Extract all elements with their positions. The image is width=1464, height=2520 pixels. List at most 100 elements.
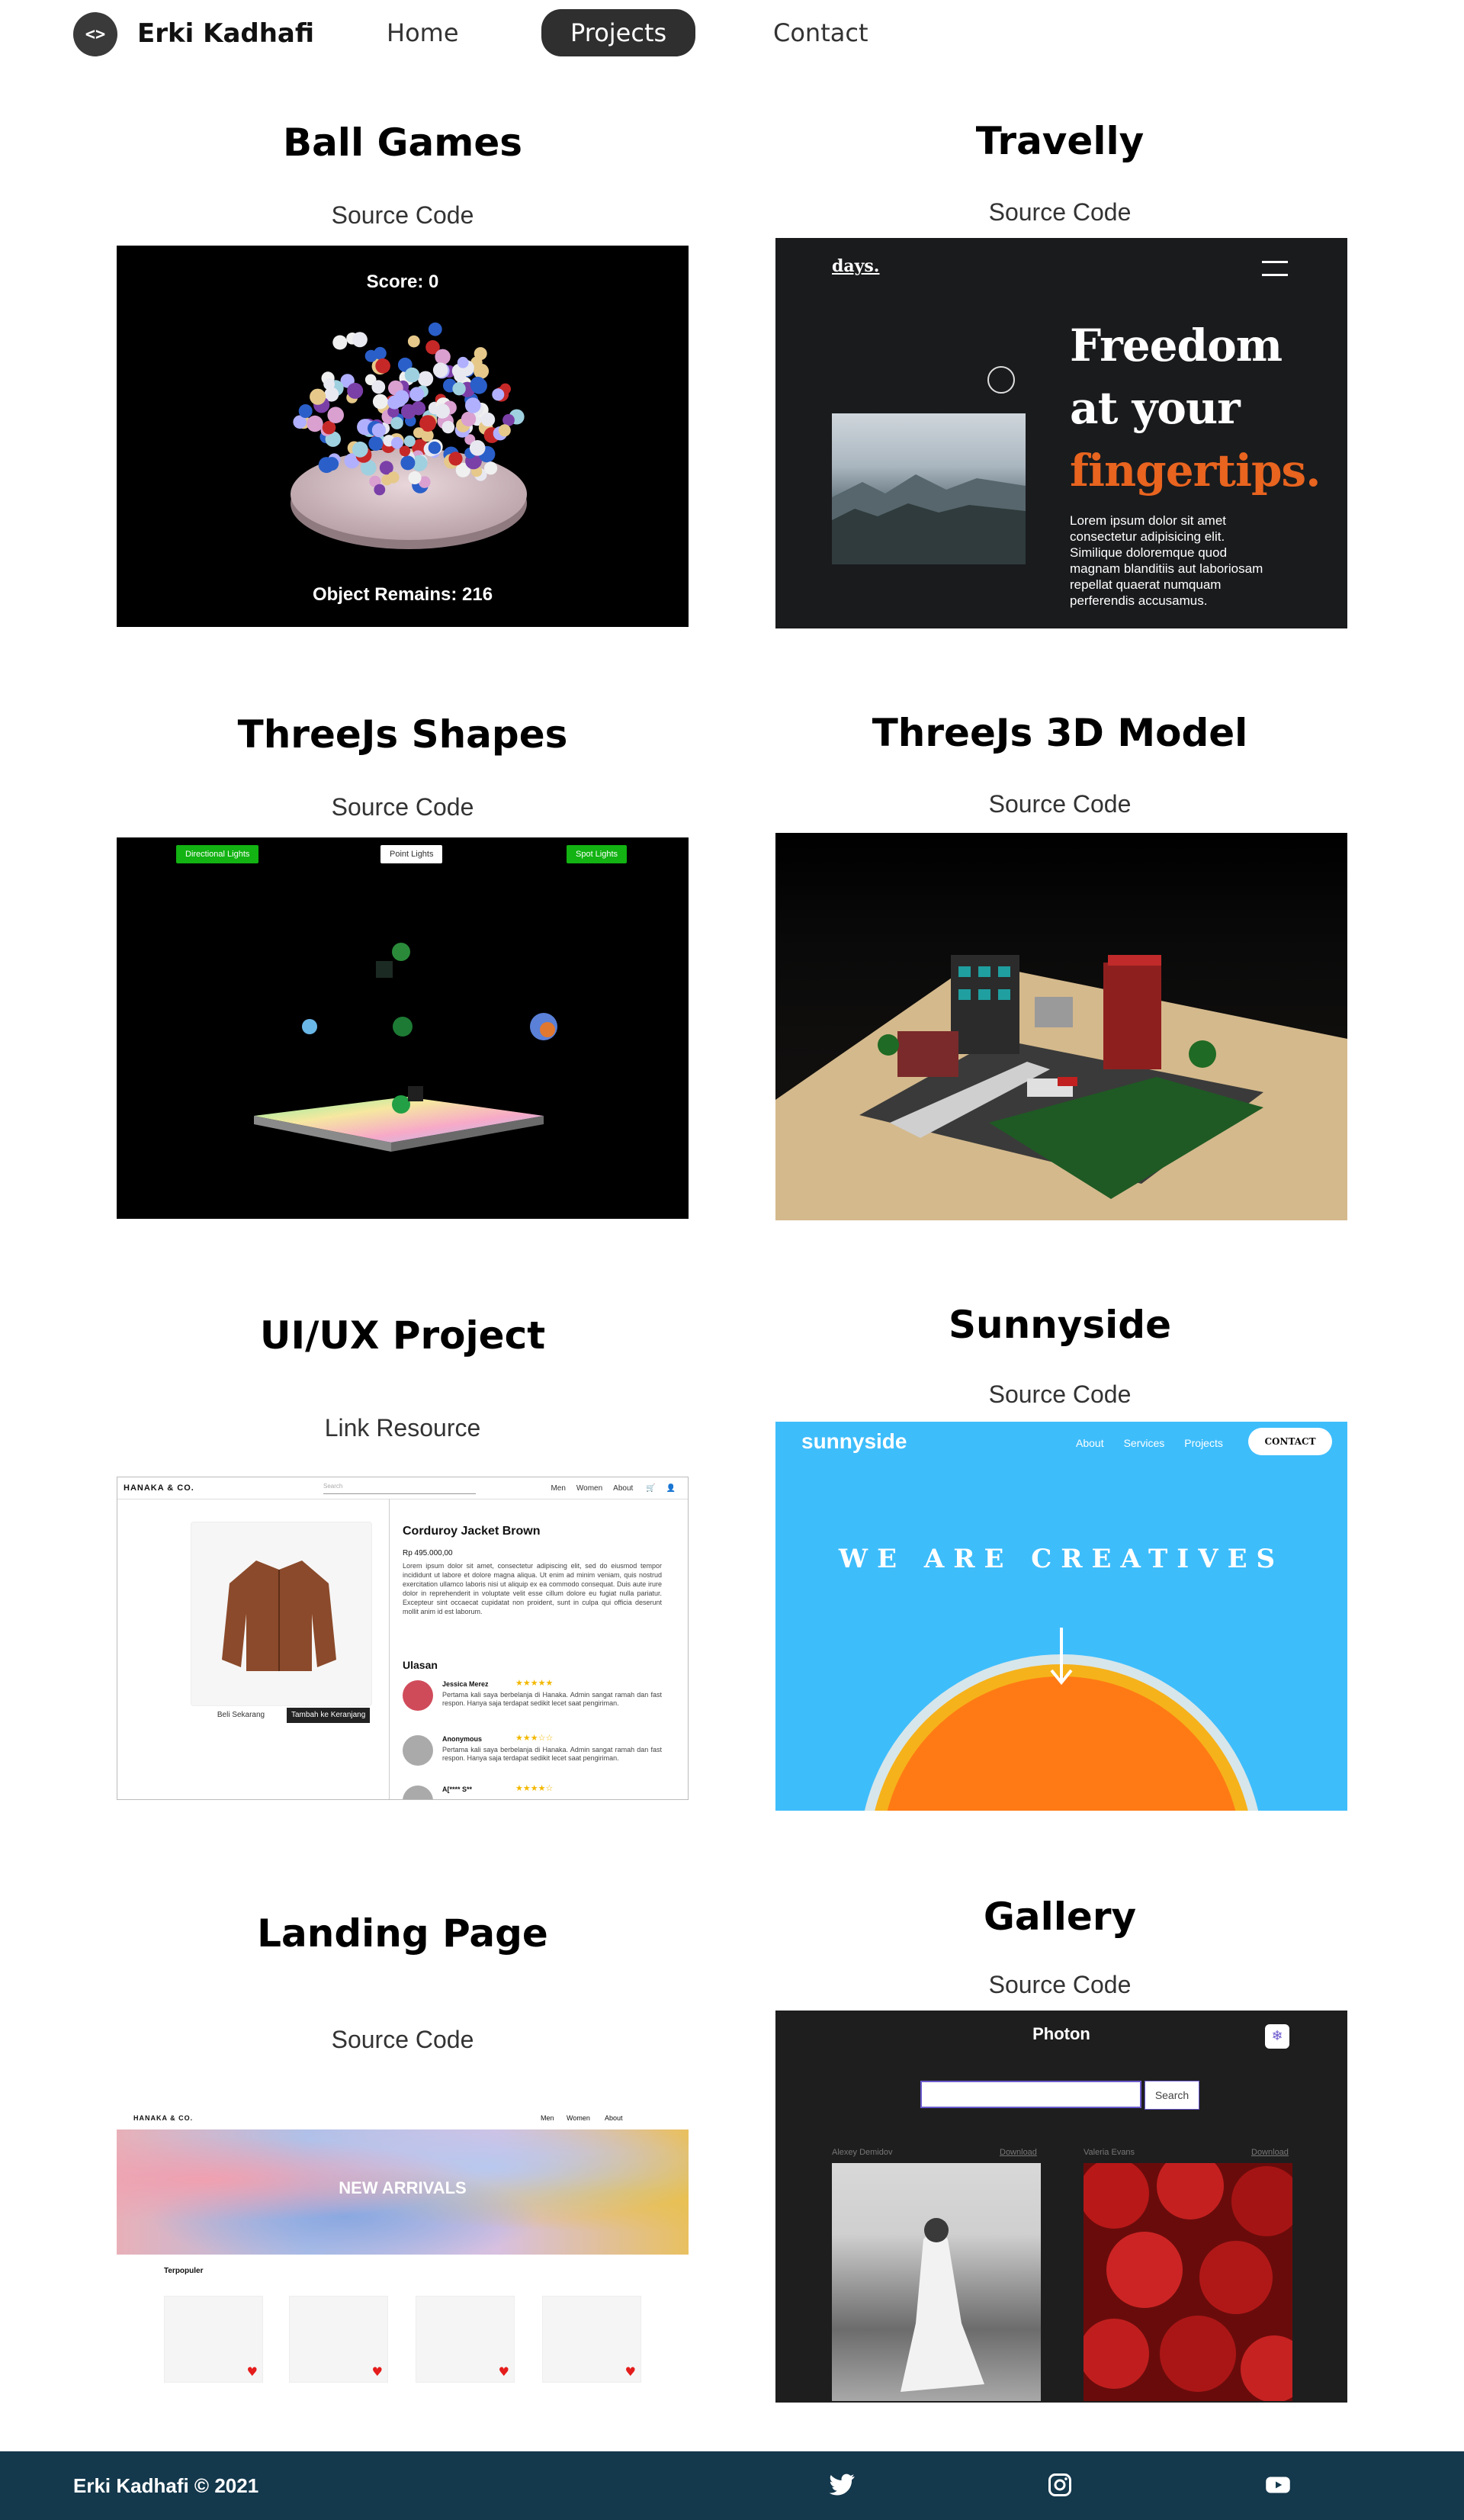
photo-woman[interactable] <box>832 2163 1041 2401</box>
popular-heading: Terpopuler <box>164 2267 204 2275</box>
twitter-icon[interactable] <box>828 2471 856 2499</box>
ball <box>332 335 348 350</box>
product-card[interactable]: ♥ <box>542 2296 641 2383</box>
product-card[interactable]: ♥ <box>164 2296 263 2383</box>
ball <box>428 322 442 336</box>
project-title-gallery: Gallery <box>983 1895 1137 1939</box>
ball <box>352 441 368 458</box>
gallery-search-input[interactable] <box>920 2081 1141 2108</box>
product-card[interactable]: ♥ <box>289 2296 388 2383</box>
ball <box>413 427 425 439</box>
uiux-search-input[interactable]: Search <box>323 1483 476 1494</box>
buy-now-button[interactable]: Beli Sekarang <box>191 1708 291 1723</box>
ball <box>375 358 390 374</box>
brand-name[interactable]: Erki Kadhafi <box>137 18 314 49</box>
product-card[interactable]: ♥ <box>416 2296 515 2383</box>
ball <box>352 332 368 348</box>
gallery-search-button[interactable]: Search <box>1145 2081 1199 2110</box>
ball <box>452 382 466 396</box>
cart-icon: 🛒 <box>646 1484 656 1493</box>
user-icon: 👤 <box>666 1484 676 1493</box>
hamburger-icon <box>1262 261 1288 276</box>
product-description: Lorem ipsum dolor sit amet, consectetur … <box>403 1562 662 1615</box>
ball <box>498 424 511 437</box>
ball <box>387 395 402 410</box>
shapes-scene <box>254 943 557 1152</box>
threejs-shapes-preview[interactable]: Directional Lights Point Lights Spot Lig… <box>117 837 689 1219</box>
ball <box>408 471 422 484</box>
snowflake-icon[interactable]: ❄ <box>1265 2024 1289 2049</box>
mountain-image <box>832 413 1026 564</box>
photo-author: Valeria Evans <box>1084 2148 1135 2157</box>
download-link[interactable]: Download <box>1000 2148 1037 2157</box>
ball <box>432 362 448 378</box>
download-link[interactable]: Download <box>1251 2148 1289 2157</box>
avatar <box>403 1680 433 1711</box>
project-title-ball-games: Ball Games <box>282 121 523 165</box>
landing-page-preview[interactable]: HANAKA & CO. Men Women About NEW ARRIVAL… <box>117 2108 689 2390</box>
sunnyside-preview[interactable]: sunnyside About Services Projects CONTACT … <box>775 1422 1347 1811</box>
ball-scene <box>291 322 527 549</box>
orange-image <box>864 1628 1259 1811</box>
logo-icon[interactable]: <> <box>73 12 117 56</box>
ball <box>409 387 425 402</box>
uiux-preview[interactable]: HANAKA & CO. Search Men Women About 🛒 👤 Bel… <box>117 1477 689 1800</box>
ball <box>411 401 426 416</box>
city-scene <box>775 955 1347 1220</box>
heart-icon: ♥ <box>371 2364 383 2379</box>
gallery-preview[interactable]: Photon ❄ Search Alexey Demidov Download … <box>775 2011 1347 2403</box>
ball <box>399 445 411 457</box>
ball <box>448 452 463 466</box>
heart-icon: ♥ <box>246 2364 258 2379</box>
ball <box>374 484 386 496</box>
ball <box>492 388 505 401</box>
footer: Erki Kadhafi © 2021 <box>0 2451 1464 2520</box>
ball-games-preview[interactable]: Score: 0 Object Remains: 216 <box>117 246 689 627</box>
travelly-preview[interactable]: days. Freedom at your fingertips. Lorem … <box>775 238 1347 628</box>
photo-pomegranates[interactable] <box>1084 2163 1292 2401</box>
ball <box>371 423 386 438</box>
navbar: <> Erki Kadhafi Home Projects Contact <box>0 0 1464 69</box>
ball-remains: Object Remains: 216 <box>312 584 493 605</box>
source-code-link-landing-page[interactable]: Source Code <box>113 2026 692 2054</box>
ball <box>387 471 400 484</box>
nav-link-projects[interactable]: Projects <box>541 9 696 56</box>
circle-cursor-icon <box>987 366 1015 394</box>
ball <box>461 411 477 427</box>
avatar <box>403 1786 433 1799</box>
ball <box>474 363 490 379</box>
nav-link-contact[interactable]: Contact <box>773 18 868 47</box>
ball <box>400 455 416 471</box>
reviews-heading: Ulasan <box>403 1659 438 1671</box>
instagram-icon[interactable] <box>1046 2471 1074 2499</box>
travelly-body-text: Lorem ipsum dolor sit amet consectetur a… <box>1070 513 1263 608</box>
ball <box>372 394 388 410</box>
ball <box>327 407 345 423</box>
source-code-link-gallery[interactable]: Source Code <box>770 1971 1350 1999</box>
ball <box>435 403 450 419</box>
ball <box>484 461 498 475</box>
link-resource-uiux[interactable]: Link Resource <box>113 1414 692 1442</box>
project-title-threejs-shapes: ThreeJs Shapes <box>237 712 568 757</box>
photo-author: Alexey Demidov <box>832 2148 893 2157</box>
ball <box>371 380 386 394</box>
project-title-sunnyside: Sunnyside <box>949 1303 1171 1347</box>
ball <box>347 382 364 399</box>
travelly-logo: days. <box>832 256 880 276</box>
ball <box>298 404 313 418</box>
source-code-link-ball-games[interactable]: Source Code <box>113 201 692 230</box>
source-code-link-sunnyside[interactable]: Source Code <box>770 1381 1350 1409</box>
source-code-link-threejs-3d-model[interactable]: Source Code <box>770 790 1350 818</box>
product-price: Rp 495.000,00 <box>403 1549 453 1557</box>
divider <box>389 1499 390 1799</box>
banner-title: NEW ARRIVALS <box>339 2178 467 2197</box>
youtube-icon[interactable] <box>1264 2471 1292 2499</box>
source-code-link-threejs-shapes[interactable]: Source Code <box>113 793 692 821</box>
add-to-cart-button[interactable]: Tambah ke Keranjang <box>287 1708 371 1723</box>
threejs-3d-model-preview[interactable] <box>775 833 1347 1220</box>
ball <box>441 420 455 434</box>
nav-link-home[interactable]: Home <box>387 18 459 47</box>
ball <box>480 412 496 427</box>
source-code-link-travelly[interactable]: Source Code <box>770 198 1350 227</box>
ball <box>318 457 335 474</box>
